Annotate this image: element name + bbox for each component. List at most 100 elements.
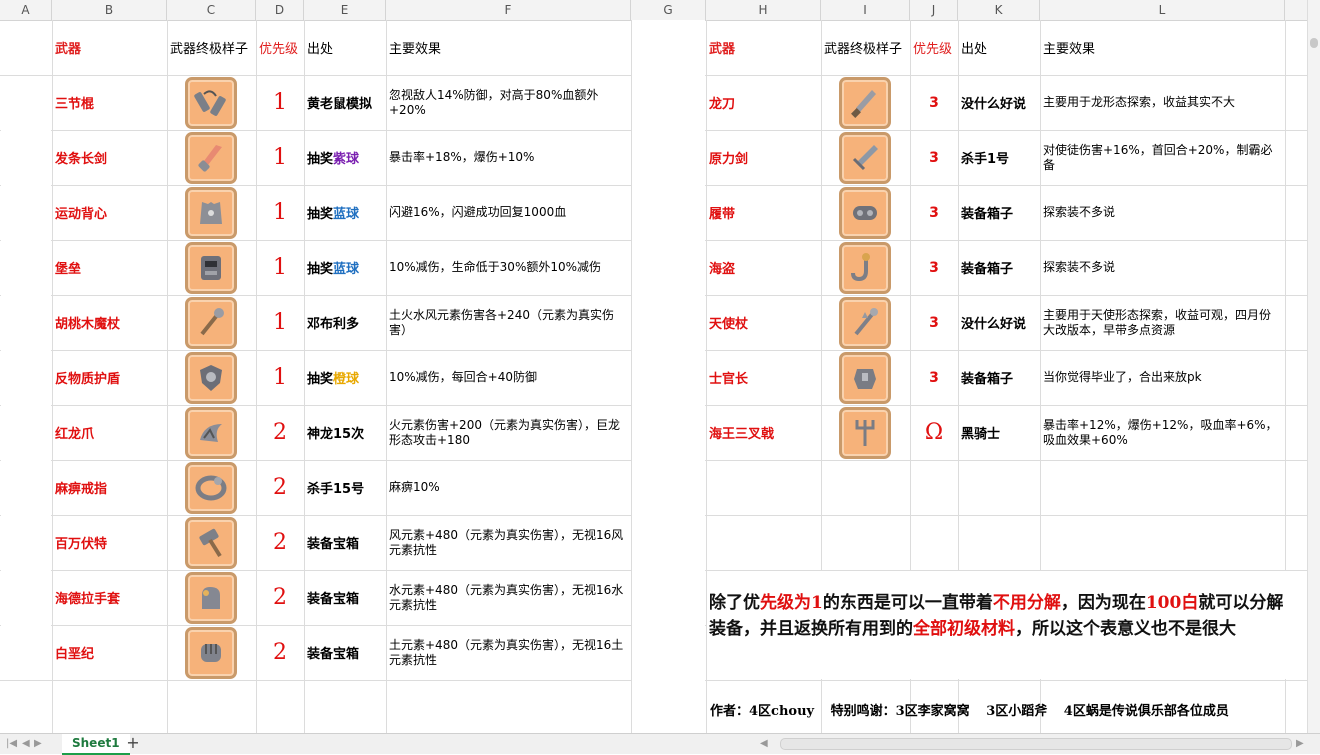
header-effect-right: 主要效果 [1043,42,1096,57]
column-header-d[interactable]: D [256,0,304,20]
ring-icon [185,462,237,514]
hook-icon [839,242,891,294]
weapon-name: 堡垒 [55,262,82,277]
column-header-k[interactable]: K [958,0,1040,20]
source-cell: 抽奖 紫球 [304,130,386,185]
thanks-credit-2: 3区小蹈斧 [986,704,1048,719]
merged-cell [632,20,705,733]
thanks-credit: 特别鸣谢：3区李家窝窝 [830,704,970,719]
header-priority: 优先级 [259,42,299,57]
prev-sheet-icon[interactable]: ◀ [22,734,30,753]
column-header-g[interactable]: G [631,0,706,20]
column-header-i[interactable]: I [821,0,910,20]
source-cell-right: 黑骑士 [961,427,1001,442]
effect-cell-right: 主要用于龙形态探索，收益其实不大 [1043,95,1236,109]
source-cell-right: 没什么好说 [961,97,1027,112]
effect-cell: 水元素+480（元素为真实伤害），无视16水元素抗性 [389,582,624,612]
sheet-tab-bar: |◀ ◀ ▶ Sheet1 + ◀ ▶ [0,733,1320,755]
effect-cell: 忽视敌人14%防御，对高于80%血额外+20% [389,87,599,117]
thanks-credit-3: 4区蜗是传说俱乐部各位成员 [1063,704,1229,719]
column-header-e[interactable]: E [304,0,386,20]
source-cell: 抽奖 橙球 [304,350,386,405]
hscroll-right-icon[interactable]: ▶ [1296,734,1304,753]
source-cell: 抽奖 蓝球 [304,185,386,240]
weapon-name: 百万伏特 [55,537,108,552]
scroll-thumb[interactable] [1310,38,1318,48]
column-header-l[interactable]: L [1040,0,1285,20]
vest-icon [185,187,237,239]
effect-cell-right: 探索装不多说 [1043,260,1116,274]
header-source-right: 出处 [961,42,988,57]
priority-value-right: 3 [929,204,939,221]
merged-cell [1,76,51,680]
vertical-scrollbar[interactable] [1307,0,1320,733]
weapon-name-right: 士官长 [709,372,749,387]
weapon-name-right: 海盗 [709,262,736,277]
weapon-name: 反物质护盾 [55,372,121,387]
hammer-icon [185,517,237,569]
header-source: 出处 [307,42,334,57]
armor-icon [839,352,891,404]
column-header-a[interactable]: A [0,0,52,20]
horizontal-scrollbar[interactable] [780,738,1292,750]
effect-cell: 风元素+480（元素为真实伤害），无视16风元素抗性 [389,527,624,557]
staff-icon [839,297,891,349]
source-keyword: 橙球 [333,372,360,387]
priority-value: 1 [273,365,287,390]
source-cell-right: 装备箱子 [961,372,1014,387]
source-cell: 邓布利多 [307,317,360,332]
column-header-j[interactable]: J [910,0,958,20]
glove-icon [185,572,237,624]
fortress-icon [185,242,237,294]
column-header-b[interactable]: B [52,0,167,20]
author-credit: 作者：4区chouy [710,704,815,719]
priority-value-right: 3 [929,149,939,166]
dagger-icon [839,77,891,129]
priority-value: 1 [273,145,287,170]
column-header-f[interactable]: F [386,0,631,20]
weapon-name: 白垩纪 [55,647,95,662]
weapon-name: 运动背心 [55,207,108,222]
priority-value: 2 [273,475,287,500]
source-cell: 神龙15次 [307,427,365,442]
hscroll-left-icon[interactable]: ◀ [760,734,768,753]
priority-value: 1 [273,255,287,280]
wand-icon [185,297,237,349]
source-keyword: 蓝球 [333,207,360,222]
source-cell-right: 装备箱子 [961,207,1014,222]
header-look: 武器终极样子 [170,42,249,57]
sheet-tab[interactable]: Sheet1 [62,734,130,755]
effect-cell: 闪避16%，闪避成功回复1000血 [389,205,567,219]
weapon-name: 胡桃木魔杖 [55,317,121,332]
effect-cell: 土元素+480（元素为真实伤害），无视16土元素抗性 [389,637,624,667]
next-sheet-icon[interactable]: ▶ [34,734,42,753]
effect-cell: 土火水风元素伤害各+240（元素为真实伤害） [389,307,614,337]
source-cell-right: 杀手1号 [961,152,1010,167]
column-header-c[interactable]: C [167,0,256,20]
weapon-name-right: 龙刀 [709,97,736,112]
header-look-right: 武器终极样子 [824,42,903,57]
effect-cell: 暴击率+18%，爆伤+10% [389,150,535,164]
sword-icon [185,132,237,184]
effect-cell: 麻痹10% [389,480,440,494]
source-cell: 装备宝箱 [307,647,360,662]
source-cell: 黄老鼠模拟 [307,97,373,112]
weapon-name: 发条长剑 [55,152,108,167]
first-sheet-icon[interactable]: |◀ [6,734,17,753]
source-text: 抽奖 [307,152,334,167]
grid-vline [167,20,168,733]
source-cell: 装备宝箱 [307,537,360,552]
note-paragraph: 除了优先级为1的东西是可以一直带着不用分解，因为现在100白就可以分解装备，并且… [709,593,1284,639]
header-priority-right: 优先级 [913,42,953,57]
add-sheet-icon[interactable]: + [124,734,142,753]
column-header-h[interactable]: H [706,0,821,20]
tread-icon [839,187,891,239]
fist-icon [185,627,237,679]
effect-cell: 10%减伤，生命低于30%额外10%减伤 [389,260,602,274]
column-header-bar: ABCDEFGHIJKL [0,0,1308,21]
priority-value: 1 [273,310,287,335]
priority-value-right: 3 [929,94,939,111]
trident-icon [839,407,891,459]
source-cell-right: 装备箱子 [961,262,1014,277]
credits-line: 作者：4区chouy 特别鸣谢：3区李家窝窝 3区小蹈斧 4区蜗是传说俱乐部各位… [710,700,1241,719]
